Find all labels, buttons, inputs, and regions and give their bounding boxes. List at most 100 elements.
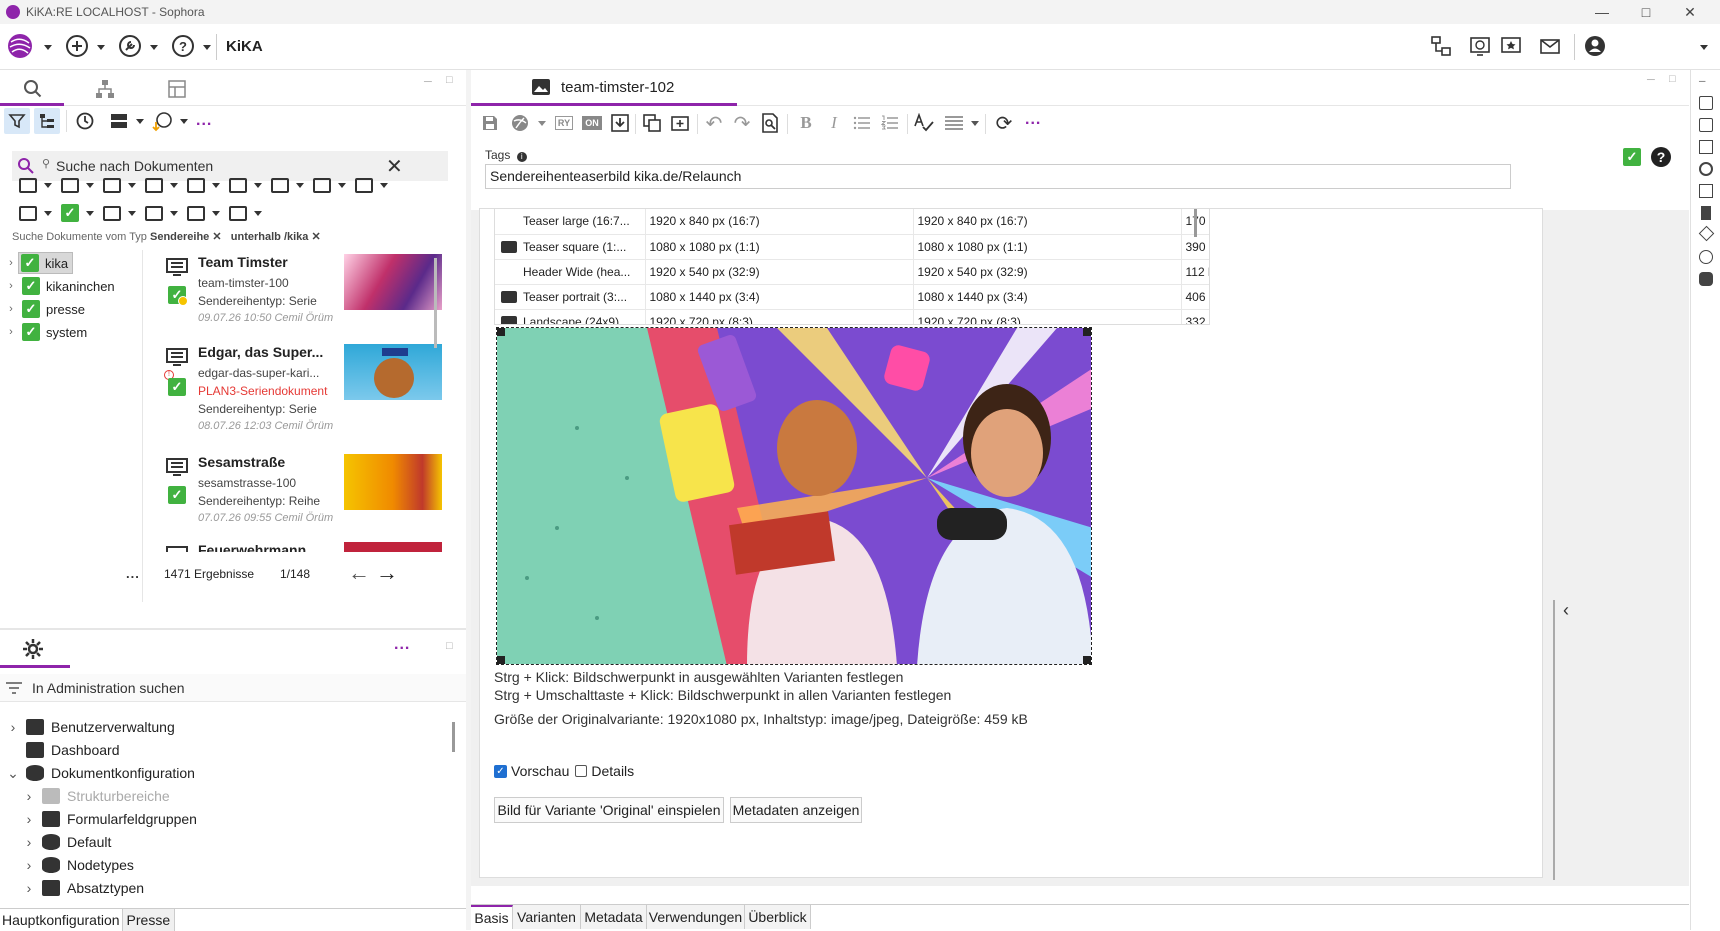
collapse-sidebar-icon[interactable]: ‹ [1563,600,1569,621]
minimize-button[interactable]: — [1580,0,1624,24]
chevron-right-icon[interactable]: › [22,857,36,873]
document-type-filter-caret-icon[interactable] [44,183,52,188]
tab-layout[interactable] [164,76,190,102]
admin-search-input[interactable]: In Administration suchen [32,680,185,696]
redo-icon[interactable]: ↷ [729,108,755,138]
admin-tree-item[interactable]: › Nodetypes [22,854,134,876]
strip-export-icon[interactable] [1699,184,1713,198]
date-filter-icon[interactable] [226,174,250,196]
tree-view-icon[interactable] [34,108,60,134]
user-account-icon[interactable] [1582,33,1608,59]
tab-varianten[interactable]: Varianten [513,905,581,929]
tree-item-presse[interactable]: › ✓ presse [4,299,85,319]
chevron-right-icon[interactable]: › [4,303,18,315]
crop-handle[interactable] [497,656,505,664]
content-scrollbar[interactable] [1553,600,1555,880]
series-filter-caret-icon[interactable] [128,183,136,188]
tree-more-icon[interactable]: ... [126,566,140,581]
fulltext-filter-caret-icon[interactable] [170,211,178,216]
tools-caret-icon[interactable] [150,45,158,50]
variant-row[interactable]: Teaser portrait (3:... 1080 x 1440 px (3:… [495,284,1209,310]
admin-scrollbar[interactable] [452,722,455,752]
crop-handle[interactable] [1083,656,1091,664]
document-type-filter-icon[interactable] [16,174,40,196]
result-scrollbar[interactable] [434,258,437,348]
align-caret-icon[interactable] [971,121,979,126]
add-caret-icon[interactable] [97,45,105,50]
view-mode-caret-icon[interactable] [136,119,144,124]
result-item[interactable]: ✓ Sesamstraße sesamstrasse-100 Sendereih… [158,450,444,538]
clear-search-icon[interactable]: ✕ [386,154,403,179]
variant-row[interactable]: Header Wide (hea... 1920 x 540 px (32:9) 1… [495,259,1209,285]
remove-path-filter-icon[interactable]: ✕ [311,231,320,243]
result-item[interactable]: ✓ Team Timster team-timster-100 Senderei… [158,250,444,338]
admin-search[interactable]: In Administration suchen [0,674,466,702]
tab-basis[interactable]: Basis [471,905,513,929]
minimize-pane-icon[interactable]: ─ [424,76,432,88]
sophora-logo-icon[interactable] [6,32,34,60]
add-filter-icon[interactable] [226,202,250,224]
fulltext-filter-icon[interactable] [142,202,166,224]
italic-icon[interactable]: I [821,108,847,138]
search-input[interactable]: Suche nach Dokumenten [56,158,213,174]
maximize-button[interactable]: □ [1624,0,1668,24]
tab-structure[interactable] [92,76,118,102]
tree-item-kika[interactable]: › ✓ kika [4,252,74,274]
sort-icon[interactable] [150,108,176,134]
add-icon[interactable] [64,33,90,59]
tab-search[interactable] [20,76,46,102]
refresh-icon[interactable]: ⟳ [991,108,1017,138]
close-button[interactable]: ✕ [1668,0,1712,24]
chevron-right-icon[interactable]: › [22,834,36,850]
editor-more-icon[interactable]: ... [1025,111,1041,129]
next-page-icon[interactable]: → [376,560,398,586]
chevron-right-icon[interactable]: › [22,788,36,804]
numbered-list-icon[interactable] [877,108,903,138]
strip-agent-icon[interactable] [1699,272,1713,286]
publish-caret-icon[interactable] [538,121,546,126]
maximize-pane-icon[interactable]: □ [446,74,453,86]
tab-metadata[interactable]: Metadata [581,905,647,929]
details-checkbox[interactable] [575,765,588,777]
admin-tree-item[interactable]: › Absatztypen [22,877,144,899]
publish-icon[interactable] [507,108,533,138]
status-filter-caret-icon[interactable] [86,211,94,216]
add-filter-caret-icon[interactable] [254,211,262,216]
online-icon[interactable]: ON [579,108,605,138]
admin-tree-item[interactable]: › Strukturbereiche [22,785,170,807]
layout-filter-caret-icon[interactable] [128,211,136,216]
variants-scrollbar[interactable] [1194,209,1197,237]
date-filter-caret-icon[interactable] [254,183,262,188]
view-mode-icon[interactable] [106,108,132,134]
chevron-right-icon[interactable]: › [6,719,20,735]
tab-settings[interactable] [20,636,46,662]
tab-verwendungen[interactable]: Verwendungen [647,905,745,929]
admin-tree-item[interactable]: Dashboard [6,739,120,761]
help-icon[interactable]: ? [1651,147,1671,167]
tree-item-kikaninchen[interactable]: › ✓ kikaninchen [4,276,115,296]
logo-caret-icon[interactable] [44,45,52,50]
sitemap-icon[interactable] [1428,33,1454,59]
spellcheck-icon[interactable] [911,108,937,138]
upload-original-button[interactable]: Bild für Variante 'Original' einspielen [494,797,724,823]
structure-filter-icon[interactable] [142,174,166,196]
trash-filter-caret-icon[interactable] [212,211,220,216]
more-options-icon[interactable]: ... [196,112,212,130]
result-item[interactable]: ! ✓ Edgar, das Super... edgar-das-super-… [158,340,444,448]
variant-row[interactable]: Teaser large (16:7... 1920 x 840 px (16:7… [495,209,1209,235]
user-filter-caret-icon[interactable] [212,183,220,188]
variant-row[interactable]: Teaser square (1:... 1080 x 1080 px (1:1)… [495,234,1209,260]
image-preview[interactable] [496,327,1092,665]
columns-filter-caret-icon[interactable] [380,183,388,188]
state-filter-caret-icon[interactable] [296,183,304,188]
link-filter-icon[interactable] [58,174,82,196]
user-filter-icon[interactable] [184,174,208,196]
tools-icon[interactable] [117,33,143,59]
tab-hauptkonfiguration[interactable]: Hauptkonfiguration [0,909,123,931]
result-item[interactable]: Feuerwehrmann... [158,538,444,552]
overflow-caret-icon[interactable] [1700,45,1708,50]
align-icon[interactable] [941,108,967,138]
admin-more-icon[interactable]: ... [394,636,410,654]
undo-icon[interactable]: ↶ [701,108,727,138]
tags-input[interactable]: Sendereihenteaserbild kika.de/Relaunch [485,164,1511,189]
